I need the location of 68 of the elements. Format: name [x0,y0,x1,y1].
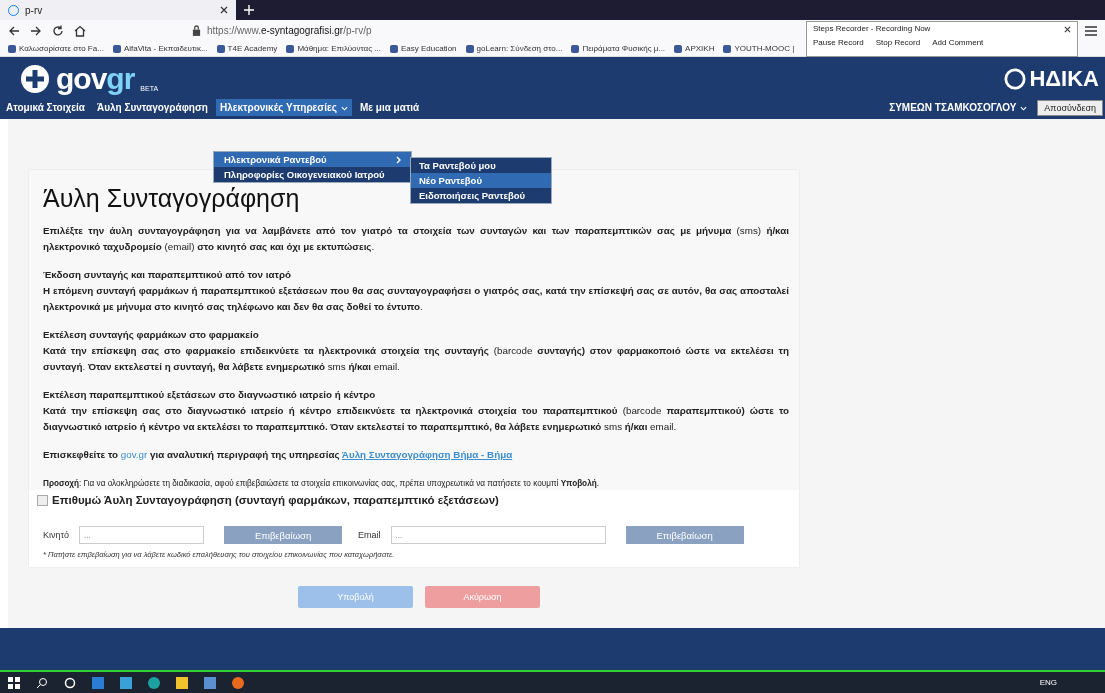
menu-icon[interactable] [1085,25,1097,36]
caret-icon [1020,105,1028,111]
tab-title: p-rv [25,4,43,16]
input-field[interactable]: ... [79,526,205,544]
bookmark-link[interactable]: goLearn: Σύνδεση στο... [465,44,563,53]
recorder-button[interactable]: Pause Record [813,38,864,47]
section-heading: Έκδοση συνταγής και παραπεμπτικού από τον ιατρό [43,268,292,282]
menu-item[interactable]: Νέο Ραντεβού [411,173,551,188]
notice-text: Προσοχή: Για να ολοκληρώσετε τη διαδικασία, αφού επιβεβαιώσετε τα στοιχεία επικοινωνίας σας, πρέπει υποχρεωτικά να πατήσετε το κουμπί Υποβολή. [43,479,600,488]
swirl-icon [1004,68,1027,90]
section-paragraph: Κατά την επίσκεψη σας στο διαγνωστικό ιατρείο ή κέντρο επιδεικνύετε τα ηλεκτρονικά στοιχεία του παραπεμπτικού (barcode παραπεμπτικού) ώστε το διαγνωστικό ιατρείο ή κέντρο να εκτελέσει το παραπεμπτικό. Όταν εκτελεστεί το παραπεμπτικό, θα λάβετε ενημερωτικό sms ή/και email. [43,404,789,434]
app-icon[interactable] [120,676,132,689]
link[interactable]: gov.gr [120,449,148,460]
bookmark-link[interactable]: Μάθημα: Επιλύοντας ... [286,44,381,53]
visit-paragraph: Επισκεφθείτε το gov.gr για αναλυτική περιγραφή της υπηρεσίας Άυλη Συνταγογράφηση Βήμα - Βήμα [43,448,514,462]
bookmark-link[interactable]: AlfaVita - Εκπαιδευτικ... [112,44,208,53]
bookmark-link[interactable]: Καλωσορίσατε στο Fa... [8,44,104,53]
bookmark-link[interactable]: Easy Education [389,44,457,53]
partner-logo: ΗΔΙΚΑ [1029,66,1099,92]
menu-item[interactable]: Ηλεκτρονικά Ραντεβού [214,152,411,167]
nav-link[interactable]: Με μια ματιά [355,99,424,116]
language-indicator[interactable]: ENG [1039,678,1057,687]
recorder-button[interactable]: Stop Record [875,38,921,47]
search-icon[interactable] [36,676,48,689]
menu-item[interactable]: Πληροφορίες Οικογενειακού Ιατρού [214,167,411,182]
checkbox-label: Επιθυμώ Άυλη Συνταγογράφηση (συνταγή φαρμάκων, παραπεμπτικό εξετάσεων) [52,494,499,506]
app-icon[interactable] [204,676,216,689]
browser-icon[interactable] [148,676,160,689]
mail-icon[interactable] [92,676,104,689]
windows-icon[interactable] [8,676,20,689]
page-title: Άυλη Συνταγογράφηση [43,184,300,213]
close-icon[interactable] [1064,26,1071,33]
back-icon[interactable] [8,24,20,37]
section-heading: Εκτέλεση συνταγής φαρμάκων στο φαρμακείο [43,328,260,342]
nav-link[interactable]: Ατομικά Στοιχεία [2,99,89,116]
folder-icon[interactable] [176,676,188,689]
section-paragraph: Η επόμενη συνταγή φαρμάκων ή παραπεμπτικού εξετάσεων που θα σας συνταγογραφήσει ο γιατρός σας, κατά την επίσκεψή σας σε αυτόν, θα σας αποσταλεί ηλεκτρονικά με μήνυμα στο κινητό σας τηλέφωνο και δεν θα σας δοθεί το έντυπο. [43,284,789,314]
browser-icon[interactable] [232,676,244,689]
intro-paragraph: Επιλέξτε την άυλη συνταγογράφηση για να λαμβάνετε από τον γιατρό τα στοιχεία των συνταγών και των παραπεμπτικών σας με μήνυμα (sms) ή/και ηλεκτρονικό ταχυδρομείο (email) στο κινητό σας και όχι με εκτυπώσεις. [43,224,789,254]
address-bar[interactable]: https://www.e-syntagografisi.gr/p-rv/p [186,23,698,38]
nav-link[interactable]: Άυλη Συνταγογράφηση [92,99,212,116]
reload-icon[interactable] [52,24,64,37]
bookmark-link[interactable]: YOUTH-MOOC | [723,44,795,53]
field-label: Email [358,530,381,540]
circle-icon[interactable] [64,676,76,689]
section-paragraph: Κατά την επίσκεψη σας στο φαρμακείο επιδεικνύετε τα ηλεκτρονικά στοιχεία της συνταγής (barcode συνταγής) στον φαρμακοποιό ώστε να εκτελέσει τη συνταγή. Όταν εκτελεστεί η συνταγή, θα λάβετε ενημερωτικό sms ή/και email. [43,344,789,374]
window-title: Steps Recorder - Recording Now [813,24,931,33]
user-menu[interactable]: ΣΥΜΕΩΝ ΤΣΑΜΚΟΣΟΓΛΟΥ [883,102,1034,113]
new-tab-icon[interactable] [244,5,254,15]
recorder-button[interactable]: Add Comment [932,38,984,47]
logout-button[interactable]: Αποσύνδεση [1037,99,1103,116]
menu-item[interactable]: Ειδοποιήσεις Ραντεβού [411,188,551,203]
field-label: Κινητό [43,530,70,540]
emblem-icon [20,64,50,94]
nav-link[interactable]: Ηλεκτρονικές Υπηρεσίες [215,99,352,116]
bookmark-link[interactable]: ΑΡΧΙΚΗ [674,44,715,53]
home-icon[interactable] [74,24,86,37]
forward-icon[interactable] [30,24,42,37]
bookmark-link[interactable]: T4E Academy [216,44,278,53]
bookmark-link[interactable]: Πειράματα Φυσικής μ... [571,44,666,53]
checkbox[interactable] [37,494,48,506]
input-field[interactable]: ... [390,526,606,544]
browser-tab[interactable]: p-rv [0,0,236,20]
section-heading: Εκτέλεση παραπεμπτικού εξετάσεων στο διαγνωστικό ιατρείο ή κέντρο [43,388,377,402]
menu-item[interactable]: Τα Ραντεβού μου [411,158,551,173]
lock-icon [192,25,201,36]
close-icon[interactable] [220,6,228,14]
logo-text: govgr [56,62,135,96]
